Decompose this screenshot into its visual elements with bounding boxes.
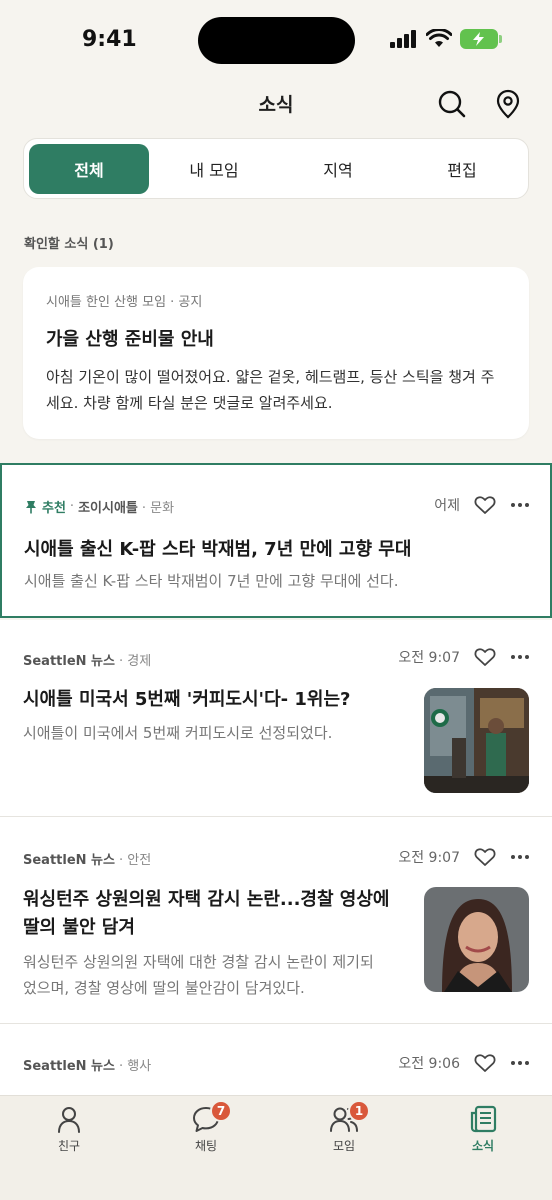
news-summary: 워싱턴주 상원의원 자택에 대한 경찰 감시 논란이 제기되 었으며, 경찰 영… — [23, 949, 374, 1001]
news-title: 시애틀 미국서 5번째 '커피도시'다- 1위는? — [23, 689, 351, 710]
wifi-icon — [426, 29, 452, 47]
news-meta: SeattleN 뉴스 · 행사 — [23, 1055, 151, 1074]
tab-news[interactable]: 소식 — [443, 1104, 523, 1154]
battery-icon — [460, 29, 502, 49]
notice-body: 아침 기온이 많이 떨어졌어요. 얇은 겉옷, 헤드램프, 등산 스틱을 챙겨 … — [46, 368, 495, 412]
bottom-tab-bar: 친구 채팅 7 모임 1 소식 — [0, 1095, 552, 1200]
news-title: 시애틀 출신 K-팝 스타 박재범, 7년 만에 고향 무대 — [24, 539, 412, 560]
news-thumbnail-portrait — [424, 887, 529, 992]
unread-badge: 7 — [210, 1100, 232, 1122]
news-actions: 오전 9:07 — [398, 847, 530, 867]
notice-title: 가을 산행 준비물 안내 — [46, 329, 214, 350]
news-title-line: 워싱턴주 상원의원 자택 감시 논란...경찰 영상에 — [23, 889, 390, 910]
tab-all[interactable]: 전체 — [29, 144, 149, 194]
tab-my-groups[interactable]: 내 모임 — [154, 144, 274, 194]
recommend-label: 추천 — [42, 501, 66, 516]
news-category: · 경제 — [118, 654, 152, 669]
news-source: SeattleN 뉴스 — [23, 853, 115, 868]
section-label: 확인할 소식 (1) — [24, 237, 114, 252]
notice-card[interactable]: 시애틀 한인 산행 모임 · 공지 가을 산행 준비물 안내 아침 기온이 많이… — [23, 267, 529, 439]
news-time: 어제 — [434, 498, 460, 514]
news-time: 오전 9:06 — [398, 1056, 460, 1072]
more-icon[interactable] — [510, 654, 530, 660]
tab-edit[interactable]: 편집 — [402, 144, 522, 194]
news-category: · 문화 — [141, 501, 175, 516]
news-source: SeattleN 뉴스 — [23, 654, 115, 669]
news-actions: 어제 — [434, 495, 530, 515]
notice-meta: 시애틀 한인 산행 모임 · 공지 — [46, 295, 203, 310]
news-actions: 오전 9:06 — [398, 1053, 530, 1073]
search-icon[interactable] — [436, 88, 468, 120]
heart-icon[interactable] — [474, 847, 496, 867]
status-icons — [390, 29, 502, 49]
page-title: 소식 — [258, 94, 294, 116]
tab-label: 친구 — [57, 1139, 81, 1153]
more-icon[interactable] — [510, 1060, 530, 1066]
signal-icon — [390, 30, 416, 48]
news-time: 오전 9:07 — [398, 650, 460, 666]
news-time: 오전 9:07 — [398, 850, 460, 866]
news-summary: 시애틀 출신 K-팝 스타 박재범이 7년 만에 고향 무대에 선다. — [24, 572, 399, 590]
tab-label: 소식 — [471, 1139, 495, 1153]
heart-icon[interactable] — [474, 1053, 496, 1073]
news-item[interactable]: SeattleN 뉴스 · 행사 오전 9:06 — [0, 1024, 552, 1096]
header: 소식 — [0, 82, 552, 126]
tab-region[interactable]: 지역 — [278, 144, 398, 194]
news-source: SeattleN 뉴스 — [23, 1059, 115, 1074]
status-time: 9:41 — [82, 27, 137, 52]
tab-groups[interactable]: 모임 1 — [304, 1100, 384, 1154]
news-meta: SeattleN 뉴스 · 안전 — [23, 849, 151, 868]
more-icon[interactable] — [510, 502, 530, 508]
news-thumbnail-coffee-shop — [424, 688, 529, 793]
person-icon — [58, 1107, 80, 1133]
news-item-featured[interactable]: 추천 · 조이시애틀 · 문화 어제 시애틀 출신 K-팝 스타 박재범, 7년… — [0, 463, 552, 618]
news-summary: 시애틀이 미국에서 5번째 커피도시로 선정되었다. — [23, 724, 333, 742]
news-category: · 행사 — [118, 1059, 152, 1074]
news-meta: SeattleN 뉴스 · 경제 — [23, 650, 151, 669]
heart-icon[interactable] — [474, 495, 496, 515]
news-title-line: 딸의 불안 담겨 — [23, 917, 135, 938]
filter-tabs: 전체 내 모임 지역 편집 — [23, 138, 529, 199]
newspaper-icon — [470, 1105, 497, 1133]
tab-label: 모임 — [332, 1139, 356, 1153]
news-summary-line: 워싱턴주 상원의원 자택에 대한 경찰 감시 논란이 제기되 — [23, 953, 374, 971]
tab-friends[interactable]: 친구 — [29, 1104, 109, 1154]
news-item[interactable]: SeattleN 뉴스 · 안전 오전 9:07 워싱턴주 상원의원 자택 감시… — [0, 817, 552, 1023]
heart-icon[interactable] — [474, 647, 496, 667]
news-title: 워싱턴주 상원의원 자택 감시 논란...경찰 영상에 딸의 불안 담겨 — [23, 886, 390, 942]
tab-chat[interactable]: 채팅 7 — [166, 1100, 246, 1154]
news-meta: 추천 · 조이시애틀 · 문화 — [24, 497, 174, 516]
news-summary-line: 었으며, 경찰 영상에 딸의 불안감이 담겨있다. — [23, 979, 305, 997]
location-pin-icon[interactable] — [492, 88, 524, 120]
news-category: · 안전 — [118, 853, 152, 868]
tab-label: 채팅 — [194, 1139, 218, 1153]
news-actions: 오전 9:07 — [398, 647, 530, 667]
news-source: 조이시애틀 — [78, 501, 138, 516]
status-bar: 9:41 — [0, 0, 552, 82]
dynamic-island — [198, 17, 355, 64]
pin-icon — [26, 500, 36, 513]
news-item[interactable]: SeattleN 뉴스 · 경제 오전 9:07 시애틀 미국서 5번째 '커피… — [0, 620, 552, 816]
unread-badge: 1 — [348, 1100, 370, 1122]
more-icon[interactable] — [510, 854, 530, 860]
